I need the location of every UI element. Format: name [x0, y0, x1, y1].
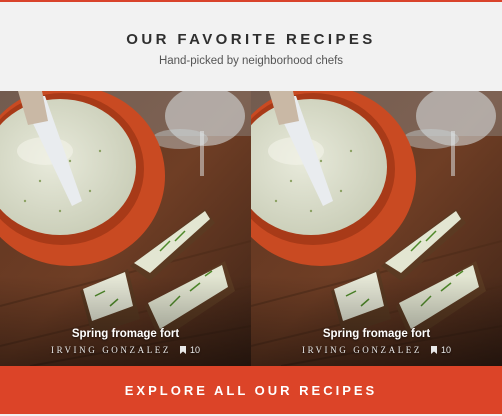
bookmark-icon[interactable] [179, 346, 186, 354]
recipe-author[interactable]: IRVING GONZALEZ [302, 345, 422, 355]
recipe-meta: IRVING GONZALEZ 10 [251, 345, 502, 355]
recipe-author[interactable]: IRVING GONZALEZ [51, 345, 171, 355]
recipe-card[interactable]: Spring fromage fort IRVING GONZALEZ 10 [251, 91, 502, 366]
recipe-title[interactable]: Spring fromage fort [0, 328, 251, 340]
bookmark-count: 10 [441, 345, 452, 355]
bookmark-icon[interactable] [430, 346, 437, 354]
page-title: OUR FAVORITE RECIPES [126, 31, 376, 48]
recipe-title[interactable]: Spring fromage fort [251, 328, 502, 340]
recipe-cards: Spring fromage fort IRVING GONZALEZ 10 S… [0, 91, 502, 366]
recipe-meta: IRVING GONZALEZ 10 [0, 345, 251, 355]
page-header: OUR FAVORITE RECIPES Hand-picked by neig… [0, 2, 502, 91]
bookmark-count: 10 [190, 345, 201, 355]
page-subtitle: Hand-picked by neighborhood chefs [158, 55, 344, 67]
explore-all-recipes-button[interactable]: EXPLORE ALL OUR RECIPES [0, 366, 502, 414]
recipe-card[interactable]: Spring fromage fort IRVING GONZALEZ 10 [0, 91, 251, 366]
